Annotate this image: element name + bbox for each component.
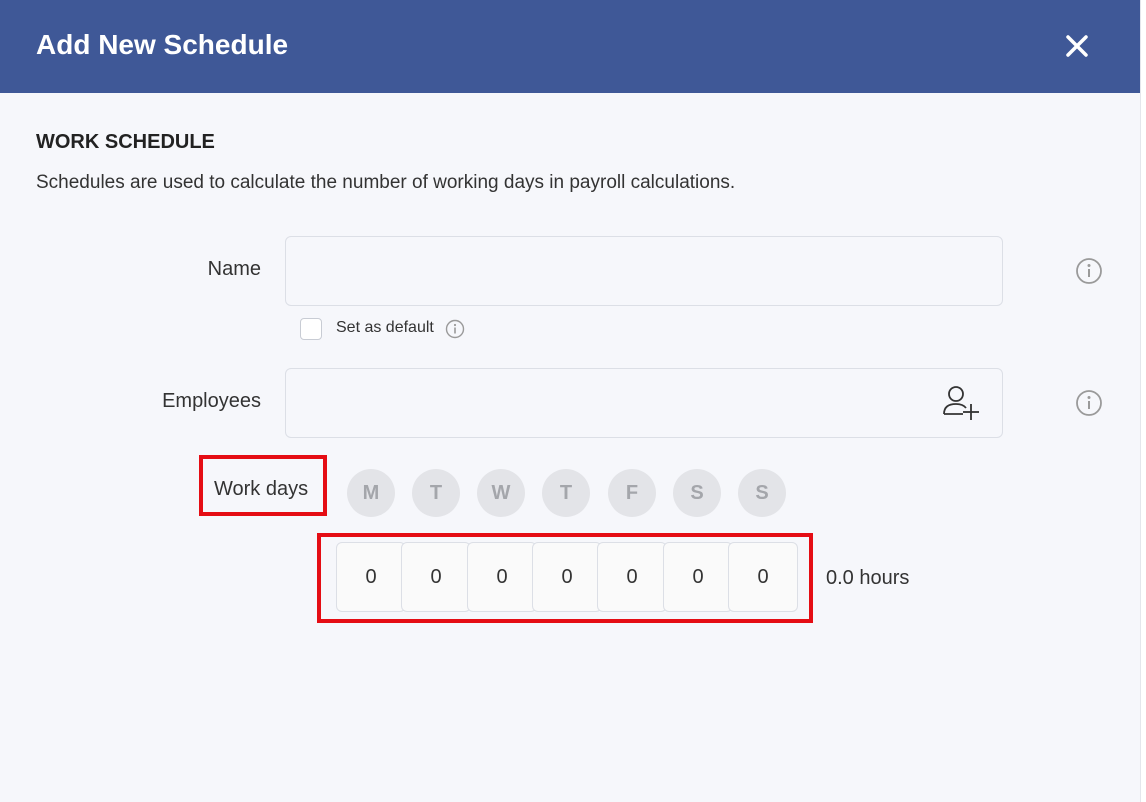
default-checkbox[interactable] — [300, 318, 322, 340]
work-days-label: Work days — [214, 478, 309, 500]
hours-input-monday[interactable]: 0 — [336, 542, 406, 612]
modal-header: Add New Schedule — [0, 0, 1140, 93]
default-checkbox-label: Set as default — [336, 319, 434, 336]
scrollbar-track[interactable] — [1140, 0, 1146, 802]
hours-total: 0.0 hours — [826, 567, 910, 589]
day-toggle-friday[interactable]: F — [608, 469, 656, 517]
name-label: Name — [207, 258, 261, 280]
hours-input-tuesday[interactable]: 0 — [401, 542, 471, 612]
modal-title: Add New Schedule — [36, 29, 289, 60]
name-info-icon[interactable] — [1075, 257, 1103, 285]
employees-info-icon[interactable] — [1075, 389, 1103, 417]
add-user-icon[interactable] — [941, 384, 981, 422]
hours-input-sunday[interactable]: 0 — [728, 542, 798, 612]
day-toggle-saturday[interactable]: S — [673, 469, 721, 517]
hours-input-friday[interactable]: 0 — [597, 542, 667, 612]
day-toggle-thursday[interactable]: T — [542, 469, 590, 517]
close-icon — [1066, 35, 1088, 57]
day-toggle-monday[interactable]: M — [347, 469, 395, 517]
default-info-icon[interactable] — [445, 319, 465, 339]
name-input[interactable] — [285, 236, 1003, 306]
section-title: WORK SCHEDULE — [36, 131, 215, 153]
employees-label: Employees — [162, 390, 261, 412]
day-toggle-sunday[interactable]: S — [738, 469, 786, 517]
section-description: Schedules are used to calculate the numb… — [36, 172, 736, 193]
day-toggle-tuesday[interactable]: T — [412, 469, 460, 517]
hours-input-saturday[interactable]: 0 — [663, 542, 733, 612]
close-button[interactable] — [1062, 31, 1092, 61]
day-toggle-wednesday[interactable]: W — [477, 469, 525, 517]
employees-input[interactable] — [285, 368, 1003, 438]
hours-input-wednesday[interactable]: 0 — [467, 542, 537, 612]
hours-input-thursday[interactable]: 0 — [532, 542, 602, 612]
